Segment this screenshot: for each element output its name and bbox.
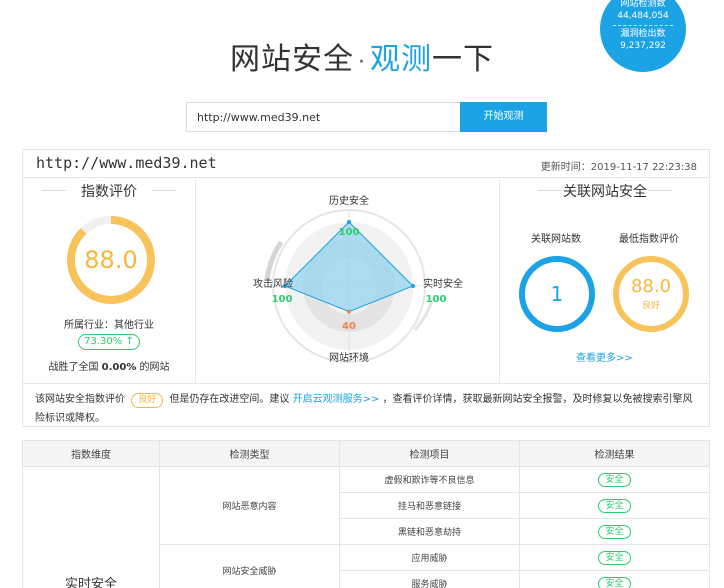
item-cell: 应用威胁 bbox=[339, 544, 520, 571]
cloud-observe-link[interactable]: 开启云观测服务>> bbox=[293, 394, 380, 405]
beat-suffix: 的网站 bbox=[139, 362, 170, 373]
score-ring: 88.0 bbox=[67, 216, 155, 304]
type-cell: 网站恶意内容 bbox=[159, 466, 340, 545]
item-cell: 服务威胁 bbox=[339, 570, 520, 588]
table-header-row: 指数维度 检测类型 检测项目 检测结果 bbox=[22, 440, 710, 467]
item-cell: 虚假和欺诈等不良信息 bbox=[339, 466, 520, 493]
update-time: 更新时间：2019-11-17 22:23:38 bbox=[540, 162, 697, 173]
industry-label: 所属行业：其他行业 bbox=[64, 320, 154, 331]
score-value: 88.0 bbox=[75, 224, 147, 296]
percent-badge: 73.30% ↑ bbox=[78, 334, 140, 350]
result-cell: 安全 bbox=[519, 570, 710, 588]
safe-badge: 安全 bbox=[598, 550, 631, 565]
checked-label: 网站检测数 bbox=[620, 0, 666, 9]
stats-divider bbox=[613, 25, 673, 26]
beat-value: 0.00% bbox=[101, 362, 137, 373]
related-min-ring: 88.0 良好 bbox=[613, 256, 689, 332]
radar-point-bottom bbox=[347, 309, 351, 314]
divider-right bbox=[499, 178, 500, 383]
report-panel: http://www.med39.net 更新时间：2019-11-17 22:… bbox=[22, 149, 710, 427]
url-input[interactable] bbox=[186, 102, 460, 132]
index-eval-title: 指数评价 bbox=[42, 181, 176, 201]
site-url: http://www.med39.net bbox=[36, 154, 217, 172]
col-result: 检测结果 bbox=[519, 440, 710, 467]
radar-label-left: 攻击风险 bbox=[253, 277, 293, 290]
title-accent: 观测 bbox=[370, 42, 432, 77]
report-header: http://www.med39.net 更新时间：2019-11-17 22:… bbox=[23, 150, 709, 178]
result-cell: 安全 bbox=[519, 492, 710, 519]
safe-badge: 安全 bbox=[598, 498, 631, 513]
table-row: 实时安全 网站恶意内容 虚假和欺诈等不良信息 安全 bbox=[22, 466, 710, 588]
related-count-ring: 1 bbox=[519, 256, 595, 332]
title-main: 网站安全 bbox=[230, 42, 354, 77]
radar-point-right bbox=[411, 284, 415, 288]
result-cell: 安全 bbox=[519, 466, 710, 493]
radar-value-bottom: 40 bbox=[342, 321, 356, 332]
related-min-value: 88.0 bbox=[630, 276, 672, 297]
type-cell: 网站安全威胁 bbox=[159, 544, 340, 588]
radar-value-top: 100 bbox=[339, 227, 360, 238]
title-dot: · bbox=[358, 50, 366, 75]
search-bar: 开始观测 bbox=[186, 102, 547, 132]
beat-prefix: 战胜了全国 bbox=[48, 362, 99, 373]
dimension-cell: 实时安全 bbox=[22, 466, 160, 588]
divider-left bbox=[195, 178, 196, 383]
summary-prefix: 该网站安全指数评价 bbox=[35, 394, 125, 405]
item-cell: 挂马和恶意链接 bbox=[339, 492, 520, 519]
start-observe-button[interactable]: 开始观测 bbox=[460, 102, 547, 132]
result-cell: 安全 bbox=[519, 518, 710, 545]
radar-label-right: 实时安全 bbox=[423, 277, 463, 290]
radar-point-top bbox=[347, 220, 351, 224]
vuln-value: 9,237,292 bbox=[620, 41, 666, 51]
related-title: 关联网站安全 bbox=[538, 181, 672, 201]
summary-middle: 但是仍存在改进空间。建议 bbox=[169, 394, 290, 405]
related-count-label: 关联网站数 bbox=[531, 234, 581, 245]
see-more-link[interactable]: 查看更多>> bbox=[576, 349, 633, 364]
radar-label-top: 历史安全 bbox=[329, 194, 369, 207]
related-min-grade: 良好 bbox=[641, 301, 660, 311]
summary-text: 该网站安全指数评价 良好 但是仍存在改进空间。建议 开启云观测服务>> ，查看评… bbox=[23, 383, 709, 427]
col-item: 检测项目 bbox=[339, 440, 520, 467]
radar-value-left: 100 bbox=[272, 294, 293, 305]
vuln-label: 漏洞检出数 bbox=[620, 29, 666, 39]
grade-badge: 良好 bbox=[131, 393, 164, 408]
beat-text: 战胜了全国 0.00% 的网站 bbox=[23, 358, 195, 373]
detail-table: 指数维度 检测类型 检测项目 检测结果 实时安全 网站恶意内容 虚假和欺诈等不良… bbox=[22, 440, 710, 588]
col-type: 检测类型 bbox=[159, 440, 340, 467]
result-cell: 安全 bbox=[519, 544, 710, 571]
item-cell: 黑链和恶意劫持 bbox=[339, 518, 520, 545]
col-dimension: 指数维度 bbox=[22, 440, 160, 467]
title-tail: 一下 bbox=[432, 42, 494, 77]
radar-value-right: 100 bbox=[426, 294, 447, 305]
radar-label-bottom: 网站环境 bbox=[329, 351, 369, 364]
radar-chart: 历史安全 100 实时安全 100 网站环境 40 攻击风险 100 bbox=[253, 194, 463, 364]
safe-badge: 安全 bbox=[598, 472, 631, 487]
safe-badge: 安全 bbox=[598, 524, 631, 539]
related-min-label: 最低指数评价 bbox=[619, 234, 679, 245]
safe-badge: 安全 bbox=[598, 576, 631, 588]
checked-value: 44,484,054 bbox=[617, 11, 669, 21]
